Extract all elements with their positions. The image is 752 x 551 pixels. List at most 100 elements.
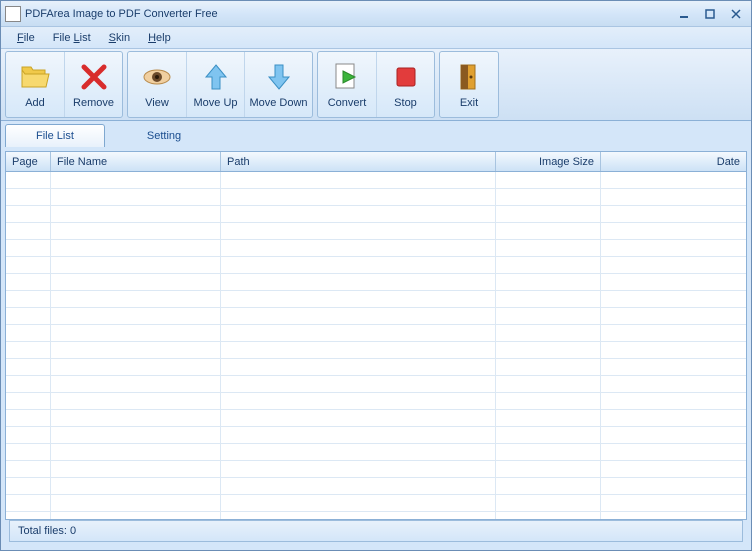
tab-setting[interactable]: Setting [107,125,221,147]
cell [6,274,51,290]
table-row[interactable] [6,189,746,206]
table-row[interactable] [6,291,746,308]
table-row[interactable] [6,461,746,478]
cell [601,427,746,443]
cell [601,342,746,358]
cell [496,206,601,222]
cell [221,444,496,460]
convert-label: Convert [328,97,367,109]
tabs: File List Setting [1,121,751,147]
maximize-button[interactable] [699,5,721,23]
table-row[interactable] [6,444,746,461]
close-button[interactable] [725,5,747,23]
col-date[interactable]: Date [601,152,746,171]
table-row[interactable] [6,172,746,189]
cell [221,274,496,290]
movedown-label: Move Down [249,97,307,109]
table-row[interactable] [6,223,746,240]
table-row[interactable] [6,308,746,325]
cell [6,376,51,392]
table-row[interactable] [6,410,746,427]
cell [51,240,221,256]
cell [6,223,51,239]
cell [51,206,221,222]
col-filename[interactable]: File Name [51,152,221,171]
cell [6,359,51,375]
cell [601,478,746,494]
cell [51,427,221,443]
app-icon [5,6,21,22]
cell [51,512,221,519]
toolbar-group-arrange: View Move Up Move Down [127,51,313,118]
stop-icon [390,61,422,93]
menu-help[interactable]: Help [140,30,179,46]
table-header: Page File Name Path Image Size Date [6,152,746,172]
add-button[interactable]: Add [6,52,64,117]
menu-skin[interactable]: Skin [101,30,138,46]
cell [51,291,221,307]
menu-file[interactable]: File [9,30,43,46]
table-row[interactable] [6,240,746,257]
cell [221,172,496,188]
col-path[interactable]: Path [221,152,496,171]
cell [601,393,746,409]
cell [221,240,496,256]
table-row[interactable] [6,512,746,519]
table-row[interactable] [6,495,746,512]
col-imagesize[interactable]: Image Size [496,152,601,171]
table-row[interactable] [6,393,746,410]
eye-icon [141,61,173,93]
cell [601,172,746,188]
cell [496,172,601,188]
cell [6,461,51,477]
cell [601,257,746,273]
cell [601,359,746,375]
cell [496,257,601,273]
table-body[interactable] [6,172,746,519]
tab-filelist[interactable]: File List [5,124,105,147]
cell [601,308,746,324]
cell [51,461,221,477]
cell [221,512,496,519]
table-row[interactable] [6,427,746,444]
moveup-button[interactable]: Move Up [186,52,244,117]
table-row[interactable] [6,274,746,291]
movedown-button[interactable]: Move Down [244,52,312,117]
cell [221,325,496,341]
table-row[interactable] [6,478,746,495]
cell [221,461,496,477]
minimize-button[interactable] [673,5,695,23]
table-row[interactable] [6,376,746,393]
convert-button[interactable]: Convert [318,52,376,117]
titlebar: PDFArea Image to PDF Converter Free [1,1,751,27]
cell [496,189,601,205]
cell [601,223,746,239]
stop-button[interactable]: Stop [376,52,434,117]
content-area: Page File Name Path Image Size Date Tota… [1,147,751,550]
table-row[interactable] [6,359,746,376]
cell [6,257,51,273]
cell [601,410,746,426]
cell [51,478,221,494]
cell [601,461,746,477]
col-page[interactable]: Page [6,152,51,171]
cell [6,478,51,494]
table-row[interactable] [6,257,746,274]
cell [6,495,51,511]
cell [51,325,221,341]
cell [496,325,601,341]
menubar: File File List Skin Help [1,27,751,49]
exit-button[interactable]: Exit [440,52,498,117]
view-button[interactable]: View [128,52,186,117]
table-row[interactable] [6,325,746,342]
cell [221,223,496,239]
cell [51,257,221,273]
menu-filelist[interactable]: File List [45,30,99,46]
table-row[interactable] [6,206,746,223]
remove-button[interactable]: Remove [64,52,122,117]
cell [496,410,601,426]
window-controls [673,5,747,23]
cell [221,495,496,511]
table-row[interactable] [6,342,746,359]
cell [6,427,51,443]
